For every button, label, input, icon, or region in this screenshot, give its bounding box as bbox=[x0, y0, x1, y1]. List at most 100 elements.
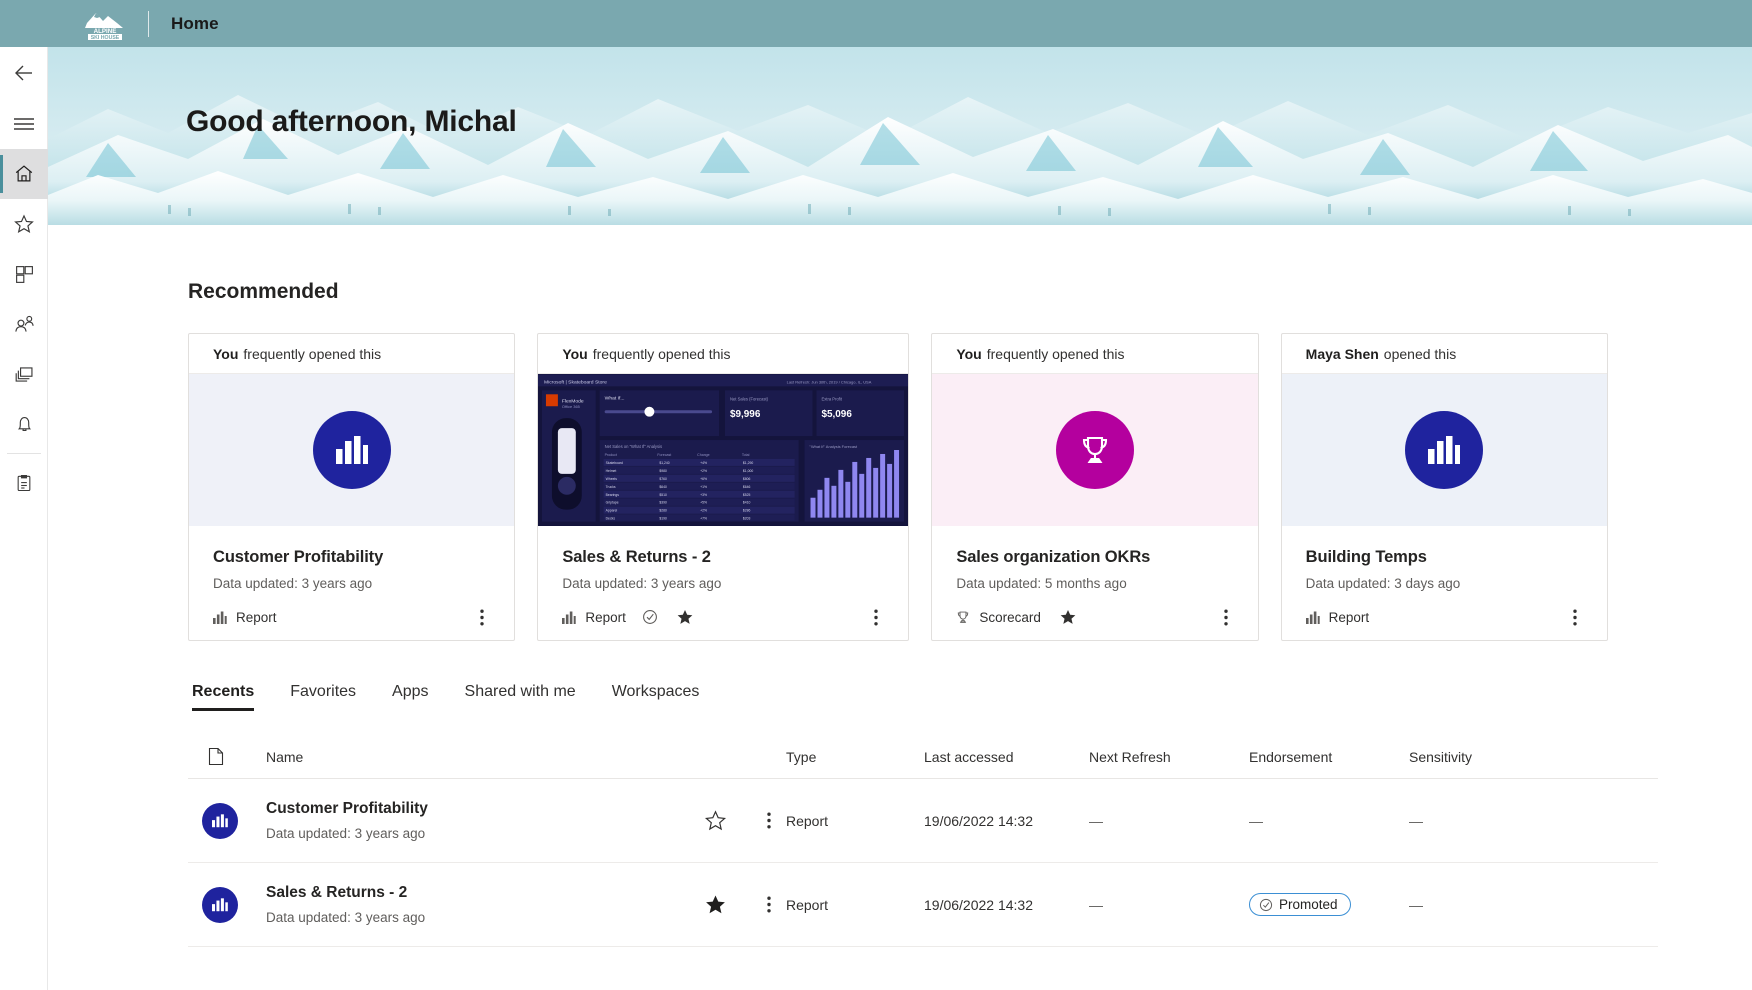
card-activity-line: Maya Shen opened this bbox=[1281, 334, 1607, 374]
row-actions bbox=[666, 891, 786, 919]
brand-divider bbox=[148, 10, 149, 37]
sidebar-item-metrics[interactable] bbox=[0, 458, 48, 508]
status-badge: Promoted bbox=[1249, 893, 1351, 916]
bar-chart-icon bbox=[312, 411, 391, 489]
more-options-icon[interactable] bbox=[1212, 603, 1240, 631]
card-body: Building Temps Data updated: 3 days ago bbox=[1282, 526, 1607, 594]
tab-apps[interactable]: Apps bbox=[374, 683, 446, 711]
card-thumbnail: Microsoft | Skateboard Store Last Refres… bbox=[538, 374, 909, 526]
main-content: Recommended You frequently opened this C… bbox=[48, 225, 1752, 990]
favorite-star-icon[interactable] bbox=[704, 809, 727, 832]
card-body: Customer Profitability Data updated: 3 y… bbox=[189, 526, 514, 594]
card-footer: Report bbox=[538, 594, 908, 640]
card-title: Customer Profitability bbox=[213, 548, 384, 566]
row-name-cell: Customer Profitability Data updated: 3 y… bbox=[266, 800, 666, 841]
svg-text:Skateboard: Skateboard bbox=[606, 461, 623, 465]
card-title: Sales organization OKRs bbox=[956, 548, 1151, 566]
document-icon bbox=[188, 747, 266, 766]
svg-text:$640: $640 bbox=[660, 485, 668, 489]
svg-text:+2%: +2% bbox=[700, 469, 707, 473]
sidebar-item-apps[interactable] bbox=[0, 249, 48, 299]
column-header-last-accessed[interactable]: Last accessed bbox=[924, 749, 1089, 765]
row-subtitle: Data updated: 3 years ago bbox=[266, 826, 426, 841]
svg-text:Helmet: Helmet bbox=[606, 469, 617, 473]
svg-text:Trucks: Trucks bbox=[606, 485, 616, 489]
tab-favorites[interactable]: Favorites bbox=[272, 683, 374, 711]
sidebar-item-notifications[interactable] bbox=[0, 399, 48, 449]
svg-text:Office 365: Office 365 bbox=[562, 404, 581, 409]
favorite-star-icon[interactable] bbox=[1059, 608, 1077, 626]
endorsement-certified-icon bbox=[642, 609, 658, 625]
column-header-name[interactable]: Name bbox=[266, 749, 786, 765]
card-activity-line: You frequently opened this bbox=[538, 334, 909, 374]
row-title: Sales & Returns - 2 bbox=[266, 884, 408, 901]
svg-text:Last Refresh: Jun 30th, 2019 /: Last Refresh: Jun 30th, 2019 / Chicago, … bbox=[787, 379, 872, 384]
tab-recents[interactable]: Recents bbox=[188, 683, 272, 711]
row-subtitle: Data updated: 3 years ago bbox=[266, 910, 426, 925]
recommended-card[interactable]: Maya Shen opened this Building Temps Dat… bbox=[1280, 333, 1608, 641]
svg-text:Total: Total bbox=[742, 453, 750, 457]
card-body: Sales organization OKRs Data updated: 5 … bbox=[932, 526, 1257, 594]
row-name-cell: Sales & Returns - 2 Data updated: 3 year… bbox=[266, 884, 666, 925]
card-actor: Maya Shen bbox=[1305, 345, 1379, 362]
more-options-icon[interactable] bbox=[1561, 603, 1589, 631]
hamburger-icon[interactable] bbox=[0, 99, 48, 149]
more-options-icon[interactable] bbox=[755, 807, 783, 835]
card-thumbnail bbox=[189, 374, 515, 526]
back-arrow-icon[interactable] bbox=[0, 47, 48, 99]
bar-chart-icon bbox=[1405, 411, 1484, 489]
favorite-star-icon[interactable] bbox=[704, 893, 727, 916]
tab-workspaces[interactable]: Workspaces bbox=[594, 683, 718, 711]
recommended-card[interactable]: You frequently opened this Customer Prof… bbox=[188, 333, 516, 641]
row-next-refresh: — bbox=[1089, 896, 1103, 913]
alpine-ski-house-logo[interactable]: ALPINE SKI HOUSE bbox=[80, 8, 130, 40]
svg-text:$390: $390 bbox=[660, 501, 668, 505]
card-thumbnail bbox=[932, 374, 1258, 526]
row-endorsement-cell: Promoted bbox=[1249, 893, 1409, 916]
svg-text:$203: $203 bbox=[743, 517, 751, 521]
tab-shared-with-me[interactable]: Shared with me bbox=[447, 683, 594, 711]
svg-text:Net Sales on "What If" Analysi: Net Sales on "What If" Analysis bbox=[605, 444, 662, 449]
svg-text:$1,240: $1,240 bbox=[660, 461, 670, 465]
table-row[interactable]: Sales & Returns - 2 Data updated: 3 year… bbox=[188, 863, 1658, 947]
row-last-accessed: 19/06/2022 14:32 bbox=[924, 812, 1033, 829]
more-options-icon[interactable] bbox=[755, 891, 783, 919]
card-type-label: Report bbox=[585, 609, 626, 625]
row-sensitivity: — bbox=[1409, 896, 1423, 913]
favorite-star-icon[interactable] bbox=[676, 608, 694, 626]
card-type: Report bbox=[213, 610, 277, 625]
more-options-icon[interactable] bbox=[468, 603, 496, 631]
card-subtitle: Data updated: 5 months ago bbox=[956, 576, 1127, 591]
svg-text:Change: Change bbox=[697, 453, 710, 457]
sidebar-item-home[interactable] bbox=[0, 149, 48, 199]
column-header-sensitivity[interactable]: Sensitivity bbox=[1409, 749, 1569, 765]
trophy-icon bbox=[1055, 411, 1134, 489]
table-row[interactable]: Customer Profitability Data updated: 3 y… bbox=[188, 779, 1658, 863]
sidebar-item-shared-with-me[interactable] bbox=[0, 299, 48, 349]
column-header-next-refresh[interactable]: Next Refresh bbox=[1089, 749, 1249, 765]
svg-text:$1,290: $1,290 bbox=[743, 461, 753, 465]
left-nav-rail bbox=[0, 47, 48, 990]
svg-text:+2%: +2% bbox=[700, 509, 707, 513]
column-header-type[interactable]: Type bbox=[786, 749, 924, 765]
svg-text:Forecast: Forecast bbox=[658, 453, 672, 457]
row-item-icon bbox=[188, 886, 266, 923]
svg-text:Bearings: Bearings bbox=[606, 493, 620, 497]
recommended-card[interactable]: You frequently opened this Sales organiz… bbox=[931, 333, 1259, 641]
svg-text:$1,000: $1,000 bbox=[743, 469, 753, 473]
more-options-icon[interactable] bbox=[862, 603, 890, 631]
svg-text:+4%: +4% bbox=[700, 461, 707, 465]
row-item-icon bbox=[188, 802, 266, 839]
bar-chart-icon bbox=[213, 611, 227, 624]
sidebar-item-favorites[interactable] bbox=[0, 199, 48, 249]
svg-text:$280: $280 bbox=[660, 509, 668, 513]
card-type: Report bbox=[562, 608, 694, 626]
recommended-card[interactable]: You frequently opened this Microsoft | S… bbox=[537, 333, 910, 641]
column-header-endorsement[interactable]: Endorsement bbox=[1249, 749, 1409, 765]
svg-text:+5%: +5% bbox=[700, 501, 707, 505]
svg-text:$646: $646 bbox=[743, 485, 751, 489]
sidebar-item-workspaces[interactable] bbox=[0, 349, 48, 399]
row-last-accessed: 19/06/2022 14:32 bbox=[924, 896, 1033, 913]
svg-text:Decks: Decks bbox=[606, 517, 616, 521]
svg-text:+6%: +6% bbox=[700, 477, 707, 481]
